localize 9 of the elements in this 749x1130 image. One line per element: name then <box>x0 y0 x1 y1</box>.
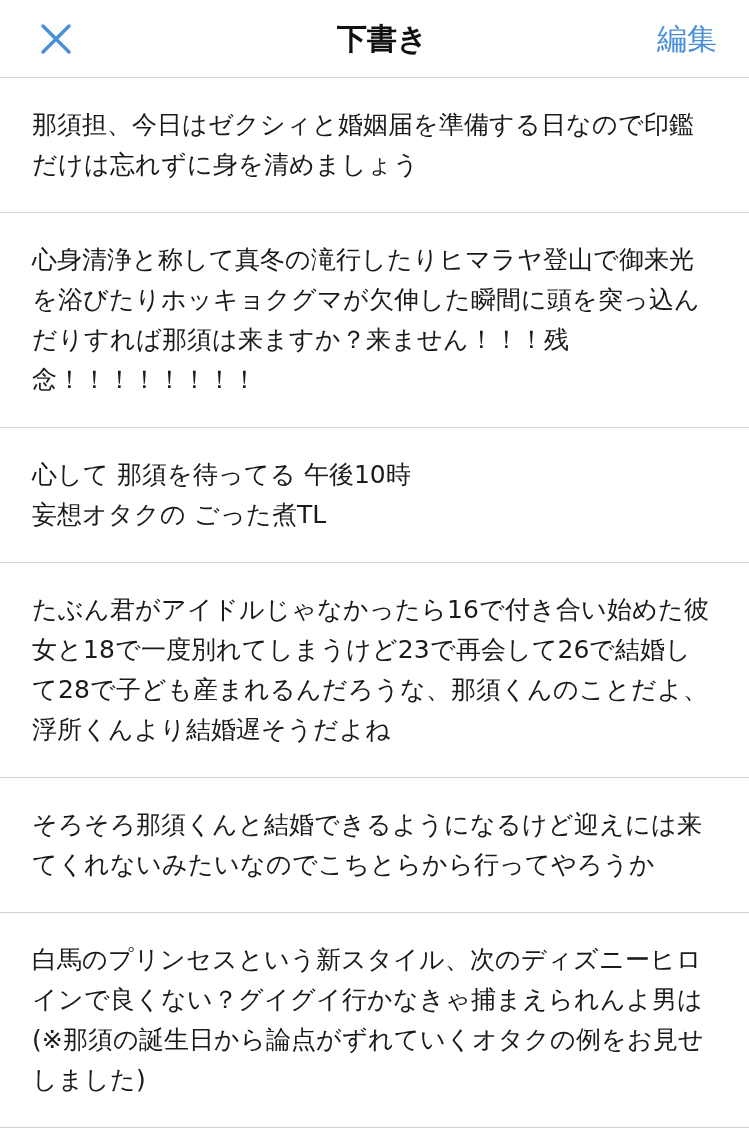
draft-text[interactable]: 那須担、今日はゼクシィと婚姻届を準備する日なので印鑑だけは忘れずに身を清めましょう <box>32 105 717 185</box>
draft-text[interactable]: 心して 那須を待ってる 午後10時 <box>32 455 717 495</box>
draft-text[interactable]: 心身清浄と称して真冬の滝行したりヒマラヤ登山で御来光を浴びたりホッキョクグマが欠伸した瞬間に頭を突っ込んだりすれば那須は来ますか？来ません！！！残念！！！！！！！！ <box>32 240 717 400</box>
screen-title: 下書き <box>337 20 428 58</box>
draft-text[interactable]: そろそろ那須くんと結婚できるようになるけど迎えには来てくれないみたいなのでこちとらから行ってやろうか <box>32 805 717 885</box>
draft-text[interactable]: 妄想オタクの ごった煮TL <box>32 495 717 535</box>
close-icon[interactable] <box>40 22 72 55</box>
draft-text[interactable]: 白馬のプリンセスという新スタイル、次のディズニーヒロインで良くない？グイグイ行かなきゃ捕まえられんよ男は(※那須の誕生日から論点がずれていくオタクの例をお見せしました) <box>32 940 717 1100</box>
draft-text[interactable]: たぶん君がアイドルじゃなかったら16で付き合い始めた彼女と18で一度別れてしまうけど23で再会して26で結婚して28で子ども産まれるんだろうな、那須くんのことだよ、浮所くんより結婚遅そうだよね <box>32 590 717 750</box>
